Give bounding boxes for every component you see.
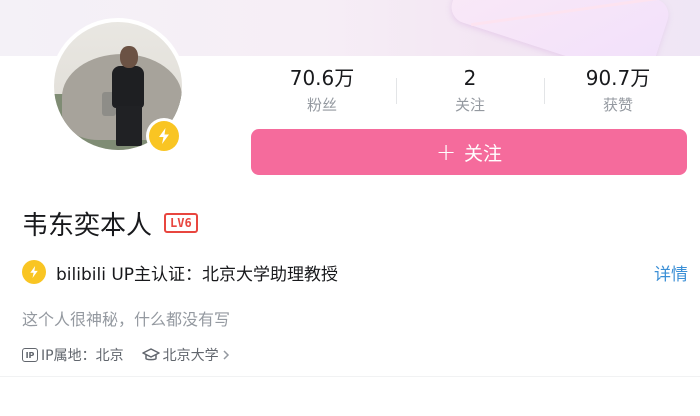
stat-likes[interactable]: 90.7万 获赞 — [544, 64, 692, 120]
plus-icon: + — [435, 138, 457, 166]
divider — [0, 376, 700, 377]
school-name: 北京大学 — [162, 348, 219, 364]
stat-following-value: 2 — [463, 66, 477, 90]
ip-icon: IP — [22, 348, 38, 362]
stat-followers-value: 70.6万 — [289, 66, 355, 90]
ip-location: IP属地：北京 — [41, 348, 124, 364]
detail-link[interactable]: 详情 — [654, 260, 688, 285]
bio: 这个人很神秘，什么都没有写 — [22, 310, 231, 329]
stat-likes-label: 获赞 — [602, 96, 633, 114]
verified-lightning-icon — [30, 266, 38, 278]
banner-decoration — [447, 0, 673, 56]
follow-button-label: 关注 — [464, 142, 503, 165]
stat-following[interactable]: 2 关注 — [396, 64, 544, 120]
stat-followers-label: 粉丝 — [306, 96, 337, 114]
level-badge: LV6 — [164, 213, 198, 233]
graduation-cap-icon — [141, 348, 160, 361]
school-link[interactable]: 北京大学 — [141, 345, 233, 365]
certification-icon — [22, 260, 46, 284]
verified-badge — [146, 118, 182, 154]
username: 韦东奕本人 — [22, 210, 153, 241]
verified-lightning-icon — [159, 128, 169, 144]
stat-followers[interactable]: 70.6万 粉丝 — [248, 64, 396, 120]
certification-row: bilibili UP主认证：北京大学助理教授 详情 — [22, 258, 688, 286]
follow-button[interactable]: + 关注 — [251, 129, 687, 175]
stat-following-label: 关注 — [454, 96, 485, 114]
stat-likes-value: 90.7万 — [585, 66, 651, 90]
chevron-right-icon — [223, 350, 229, 360]
name-row: 韦东奕本人 LV6 — [22, 206, 198, 241]
meta-row: IP IP属地：北京 北京大学 — [22, 345, 233, 365]
certification-text: bilibili UP主认证：北京大学助理教授 — [56, 264, 339, 285]
profile-stats: 70.6万 粉丝 2 关注 90.7万 获赞 — [248, 64, 692, 120]
